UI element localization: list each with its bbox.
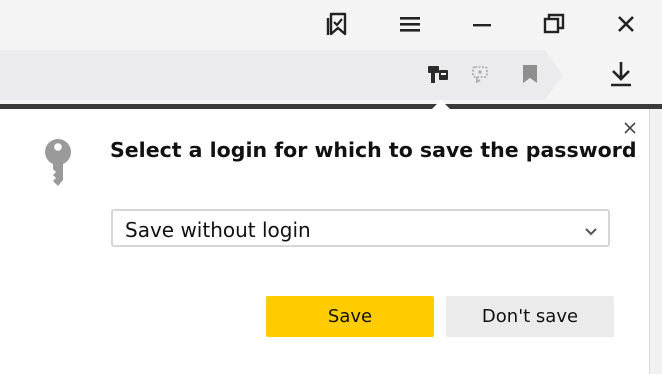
bookmark-collections-icon bbox=[326, 12, 347, 35]
restore-button[interactable] bbox=[530, 0, 578, 47]
close-icon bbox=[618, 15, 634, 32]
collections-button[interactable] bbox=[313, 0, 361, 47]
menu-button[interactable] bbox=[386, 0, 434, 47]
login-select-value: Save without login bbox=[125, 218, 311, 242]
dont-save-button[interactable]: Don't save bbox=[446, 296, 614, 337]
close-window-button[interactable] bbox=[602, 0, 650, 47]
hamburger-menu-icon bbox=[400, 16, 420, 32]
title-bar bbox=[0, 0, 662, 47]
bookmark-icon bbox=[523, 65, 537, 83]
chevron-down-icon bbox=[584, 222, 598, 241]
key-icon bbox=[42, 138, 74, 194]
page-scroll-edge bbox=[649, 109, 662, 374]
add-bookmark-button[interactable] bbox=[517, 61, 543, 87]
popup-title: Select a login for which to save the pas… bbox=[110, 138, 637, 162]
close-popup-button[interactable] bbox=[621, 119, 639, 137]
url-field[interactable] bbox=[0, 50, 545, 100]
minimize-icon bbox=[473, 23, 491, 26]
password-manager-button[interactable] bbox=[425, 61, 451, 87]
restore-icon bbox=[543, 13, 565, 33]
url-field-arrow bbox=[545, 50, 563, 100]
popup-pointer bbox=[431, 100, 451, 110]
downloads-button[interactable] bbox=[606, 59, 636, 89]
login-select[interactable]: Save without login bbox=[111, 209, 610, 247]
close-icon bbox=[624, 122, 636, 134]
protect-icon bbox=[472, 66, 488, 84]
password-key-icon bbox=[428, 66, 448, 83]
protect-button[interactable] bbox=[468, 61, 494, 87]
minimize-button[interactable] bbox=[458, 0, 506, 47]
save-button[interactable]: Save bbox=[266, 296, 434, 337]
address-bar bbox=[0, 47, 662, 104]
download-icon bbox=[611, 62, 631, 87]
